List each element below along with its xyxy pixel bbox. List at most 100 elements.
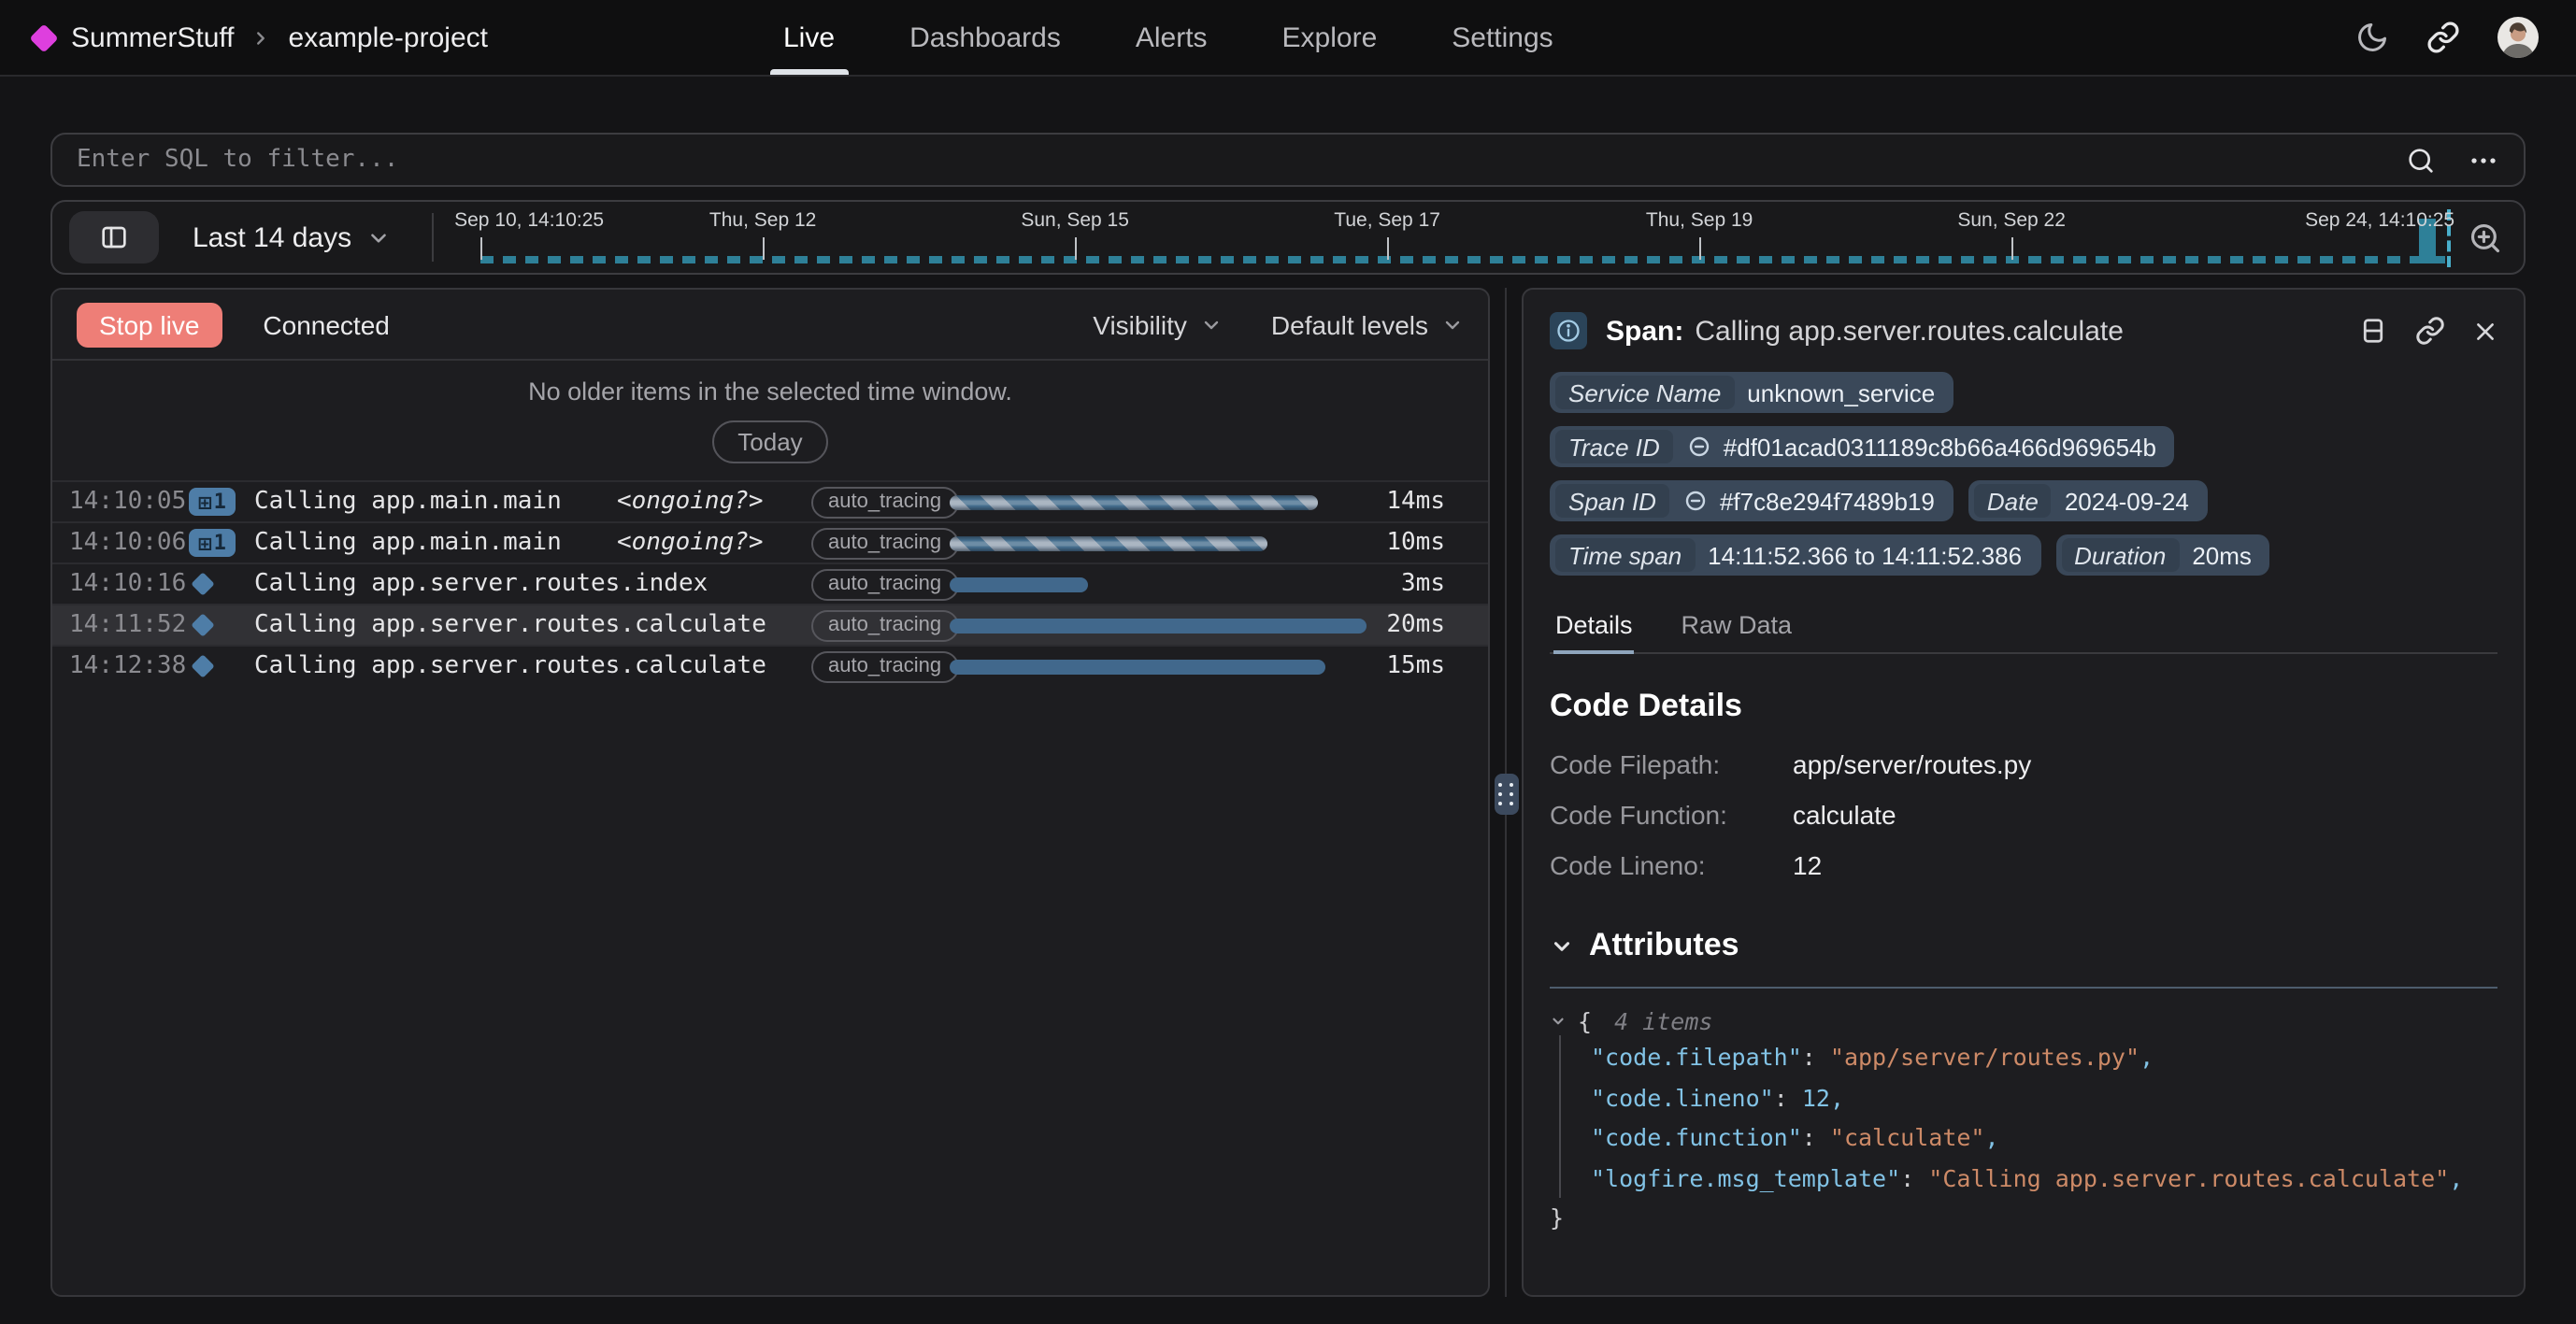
- badge-label: Service Name: [1555, 376, 1734, 409]
- json-segment: ,: [2449, 1163, 2463, 1191]
- tab-explore[interactable]: Explore: [1282, 0, 1378, 75]
- app-window: SummerStuff example-project Live Dashboar…: [0, 0, 2576, 1324]
- badge-link-icon[interactable]: [1688, 435, 1710, 458]
- user-avatar[interactable]: [2497, 17, 2539, 58]
- breadcrumb: SummerStuff example-project: [0, 21, 488, 53]
- timeline-tick-label: Thu, Sep 12: [709, 209, 816, 232]
- expand-children-toggle[interactable]: ⊞1: [189, 529, 236, 557]
- top-nav: SummerStuff example-project Live Dashboar…: [0, 0, 2576, 77]
- copy-link-icon[interactable]: [2426, 21, 2460, 54]
- span-detail-panel: Span:Calling app.server.routes.calculate: [1522, 288, 2526, 1297]
- connection-status: Connected: [263, 309, 389, 339]
- sql-filter-bar: [50, 133, 2526, 187]
- attributes-section-toggle[interactable]: Attributes: [1550, 927, 2497, 964]
- json-segment: "code.function": [1591, 1123, 1802, 1151]
- code-detail-row: Code Filepath:app/server/routes.py: [1550, 749, 2497, 779]
- metadata-badge-span-id: Span ID#f7c8e294f7489b19: [1550, 480, 1953, 521]
- json-segment: :: [1802, 1123, 1830, 1151]
- badge-link-icon[interactable]: [1684, 490, 1707, 512]
- trace-row[interactable]: 14:10:16Calling app.server.routes.indexa…: [52, 562, 1488, 604]
- json-segment: "logfire.msg_template": [1591, 1163, 1900, 1191]
- timeline-tick-mark: [1387, 237, 1389, 260]
- tab-dashboards[interactable]: Dashboards: [909, 0, 1061, 75]
- trace-row-icon-wrap: [189, 605, 211, 645]
- close-icon[interactable]: [2473, 319, 2497, 343]
- span-title-text: Calling app.server.routes.calculate: [1695, 315, 2124, 347]
- main-content: Last 14 days Sep 10, 14:10:25Thu, Sep 12…: [0, 133, 2576, 1297]
- detail-tab-raw-data[interactable]: Raw Data: [1680, 602, 1795, 652]
- badge-row: Trace ID#df01acad0311189c8b66a466d969654…: [1550, 426, 2497, 467]
- sql-filter-input[interactable]: [77, 146, 2406, 174]
- sidebar-toggle-icon[interactable]: [69, 211, 159, 263]
- dark-mode-toggle-moon-icon[interactable]: [2355, 21, 2389, 54]
- timeline-histogram[interactable]: Sep 10, 14:10:25Thu, Sep 12Sun, Sep 15Tu…: [434, 202, 2460, 273]
- more-options-ellipsis-icon[interactable]: [2468, 145, 2499, 175]
- badge-value: #f7c8e294f7489b19: [1720, 487, 1935, 515]
- org-name[interactable]: SummerStuff: [71, 21, 235, 53]
- trace-row[interactable]: 14:11:52 Calling app.server.routes.calcul…: [52, 604, 1488, 645]
- detail-tabs: Details Raw Data: [1550, 602, 2497, 654]
- duration-value: 20ms: [1386, 605, 1445, 645]
- ongoing-indicator: <ongoing?>: [617, 523, 764, 562]
- trace-timestamp: 14:11:52: [69, 605, 186, 645]
- tab-live[interactable]: Live: [783, 0, 835, 75]
- attributes-heading: Attributes: [1589, 927, 1739, 964]
- span-metadata-badges: Service Nameunknown_serviceTrace ID#df01…: [1550, 372, 2497, 576]
- badge-label: Trace ID: [1555, 430, 1673, 463]
- tab-alerts[interactable]: Alerts: [1136, 0, 1208, 75]
- trace-row[interactable]: 14:10:05⊞1Calling app.main.main<ongoing?…: [52, 480, 1488, 521]
- tag-pill: auto_tracing: [811, 650, 958, 682]
- tag-pill: auto_tracing: [811, 486, 958, 518]
- code-detail-key: Code Lineno:: [1550, 850, 1793, 880]
- zoom-in-icon[interactable]: [2468, 220, 2503, 255]
- trace-timestamp: 14:10:16: [69, 564, 186, 604]
- tab-settings[interactable]: Settings: [1452, 0, 1553, 75]
- badge-label: Duration: [2061, 538, 2179, 572]
- logfire-logo-icon: [29, 22, 58, 51]
- trace-timestamp: 14:12:38: [69, 647, 186, 686]
- today-button[interactable]: Today: [711, 420, 828, 463]
- span-detail-actions: [2359, 316, 2497, 346]
- json-attribute-line: "logfire.msg_template": "Calling app.ser…: [1591, 1158, 2497, 1198]
- json-segment: :: [1774, 1083, 1802, 1111]
- live-trace-panel: Stop live Connected Visibility Default l…: [50, 288, 1490, 1297]
- trace-row-icon-wrap: [189, 647, 211, 686]
- duration-bar: [950, 494, 1318, 509]
- span-message: Calling app.server.routes.calculate: [254, 605, 766, 645]
- default-levels-dropdown[interactable]: Default levels: [1271, 309, 1464, 339]
- live-panel-dropdowns: Visibility Default levels: [1093, 309, 1464, 339]
- trace-row[interactable]: 14:10:06⊞1Calling app.main.main<ongoing?…: [52, 521, 1488, 562]
- panels-area: Stop live Connected Visibility Default l…: [50, 288, 2526, 1297]
- expand-children-toggle[interactable]: ⊞1: [189, 488, 236, 516]
- stop-live-button[interactable]: Stop live: [77, 302, 222, 347]
- trace-timestamp: 14:10:06: [69, 523, 186, 562]
- time-range-dropdown[interactable]: Last 14 days: [193, 221, 391, 253]
- search-icon[interactable]: [2406, 145, 2436, 175]
- panel-drag-handle-icon[interactable]: [1494, 774, 1518, 815]
- duration-value: 3ms: [1401, 564, 1445, 604]
- code-detail-row: Code Function:calculate: [1550, 800, 2497, 830]
- span-message: Calling app.main.main: [254, 482, 562, 521]
- code-detail-value: app/server/routes.py: [1793, 749, 2031, 779]
- nav-right-actions: [2355, 17, 2576, 58]
- children-count: 1: [214, 531, 226, 555]
- trace-row[interactable]: 14:12:38Calling app.server.routes.calcul…: [52, 645, 1488, 686]
- trace-timestamp: 14:10:05: [69, 482, 186, 521]
- json-segment: ,: [2140, 1043, 2154, 1071]
- detail-tab-details[interactable]: Details: [1553, 602, 1635, 652]
- json-body: "code.filepath": "app/server/routes.py",…: [1559, 1035, 2497, 1198]
- panel-resize-divider[interactable]: [1490, 288, 1522, 1297]
- json-root-toggle[interactable]: { 4 items: [1550, 1007, 2497, 1035]
- duration-value: 15ms: [1386, 647, 1445, 686]
- span-diamond-icon: [191, 613, 214, 636]
- tag-pill: auto_tracing: [811, 527, 958, 559]
- sql-bar-icons: [2406, 145, 2499, 175]
- project-name[interactable]: example-project: [289, 21, 488, 53]
- code-details-heading: Code Details: [1550, 688, 2497, 725]
- primary-tabs: Live Dashboards Alerts Explore Settings: [783, 0, 1553, 75]
- badge-label: Date: [1974, 484, 2052, 518]
- visibility-dropdown[interactable]: Visibility: [1093, 309, 1223, 339]
- dock-panel-icon[interactable]: [2359, 316, 2387, 346]
- copy-span-link-icon[interactable]: [2415, 316, 2445, 346]
- duration-bar: [950, 577, 1088, 591]
